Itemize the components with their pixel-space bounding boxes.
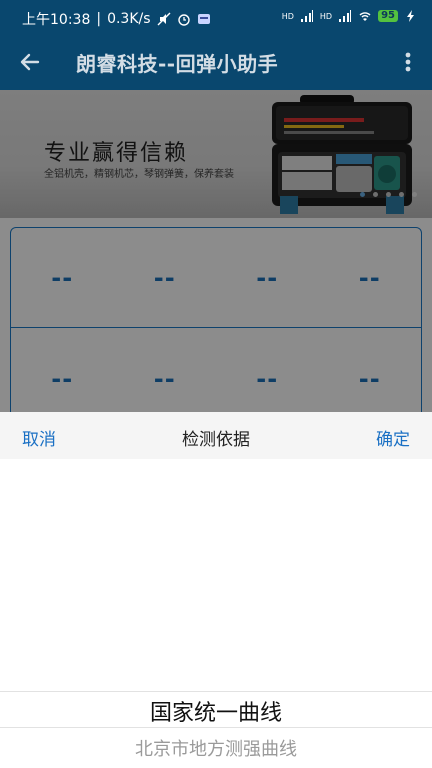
back-arrow-icon[interactable] xyxy=(16,48,44,76)
status-time: 上午10:38 xyxy=(22,12,91,28)
picker-title: 检测依据 xyxy=(182,430,250,450)
status-bar: 上午10:38 | 0.3K/s HD HD 95 xyxy=(0,0,432,34)
battery-icon: 95 xyxy=(378,10,398,22)
picker-divider xyxy=(0,691,432,692)
confirm-button[interactable]: 确定 xyxy=(376,425,410,450)
alarm-icon xyxy=(177,14,190,26)
app-icon xyxy=(197,14,210,24)
more-vert-icon[interactable] xyxy=(398,50,418,74)
picker-option-selected[interactable]: 国家统一曲线 xyxy=(0,695,432,727)
charging-icon xyxy=(407,10,414,22)
network-speed: 0.3K/s xyxy=(107,11,151,27)
cancel-button[interactable]: 取消 xyxy=(22,425,56,450)
picker-option[interactable]: 北京市地方测强曲线 xyxy=(0,735,432,761)
app-bar: 朗睿科技--回弹小助手 xyxy=(0,34,432,90)
signal-icon xyxy=(339,10,352,22)
modal-scrim[interactable] xyxy=(0,90,432,412)
signal-label-2: HD xyxy=(319,11,333,21)
signal-label-1: HD xyxy=(281,11,294,21)
wifi-icon xyxy=(359,12,371,21)
signal-icon xyxy=(300,10,313,22)
picker-header: 检测依据 取消 确定 xyxy=(0,412,432,459)
mute-icon xyxy=(157,12,171,26)
picker-divider xyxy=(0,727,432,728)
page-title: 朗睿科技--回弹小助手 xyxy=(76,52,279,76)
